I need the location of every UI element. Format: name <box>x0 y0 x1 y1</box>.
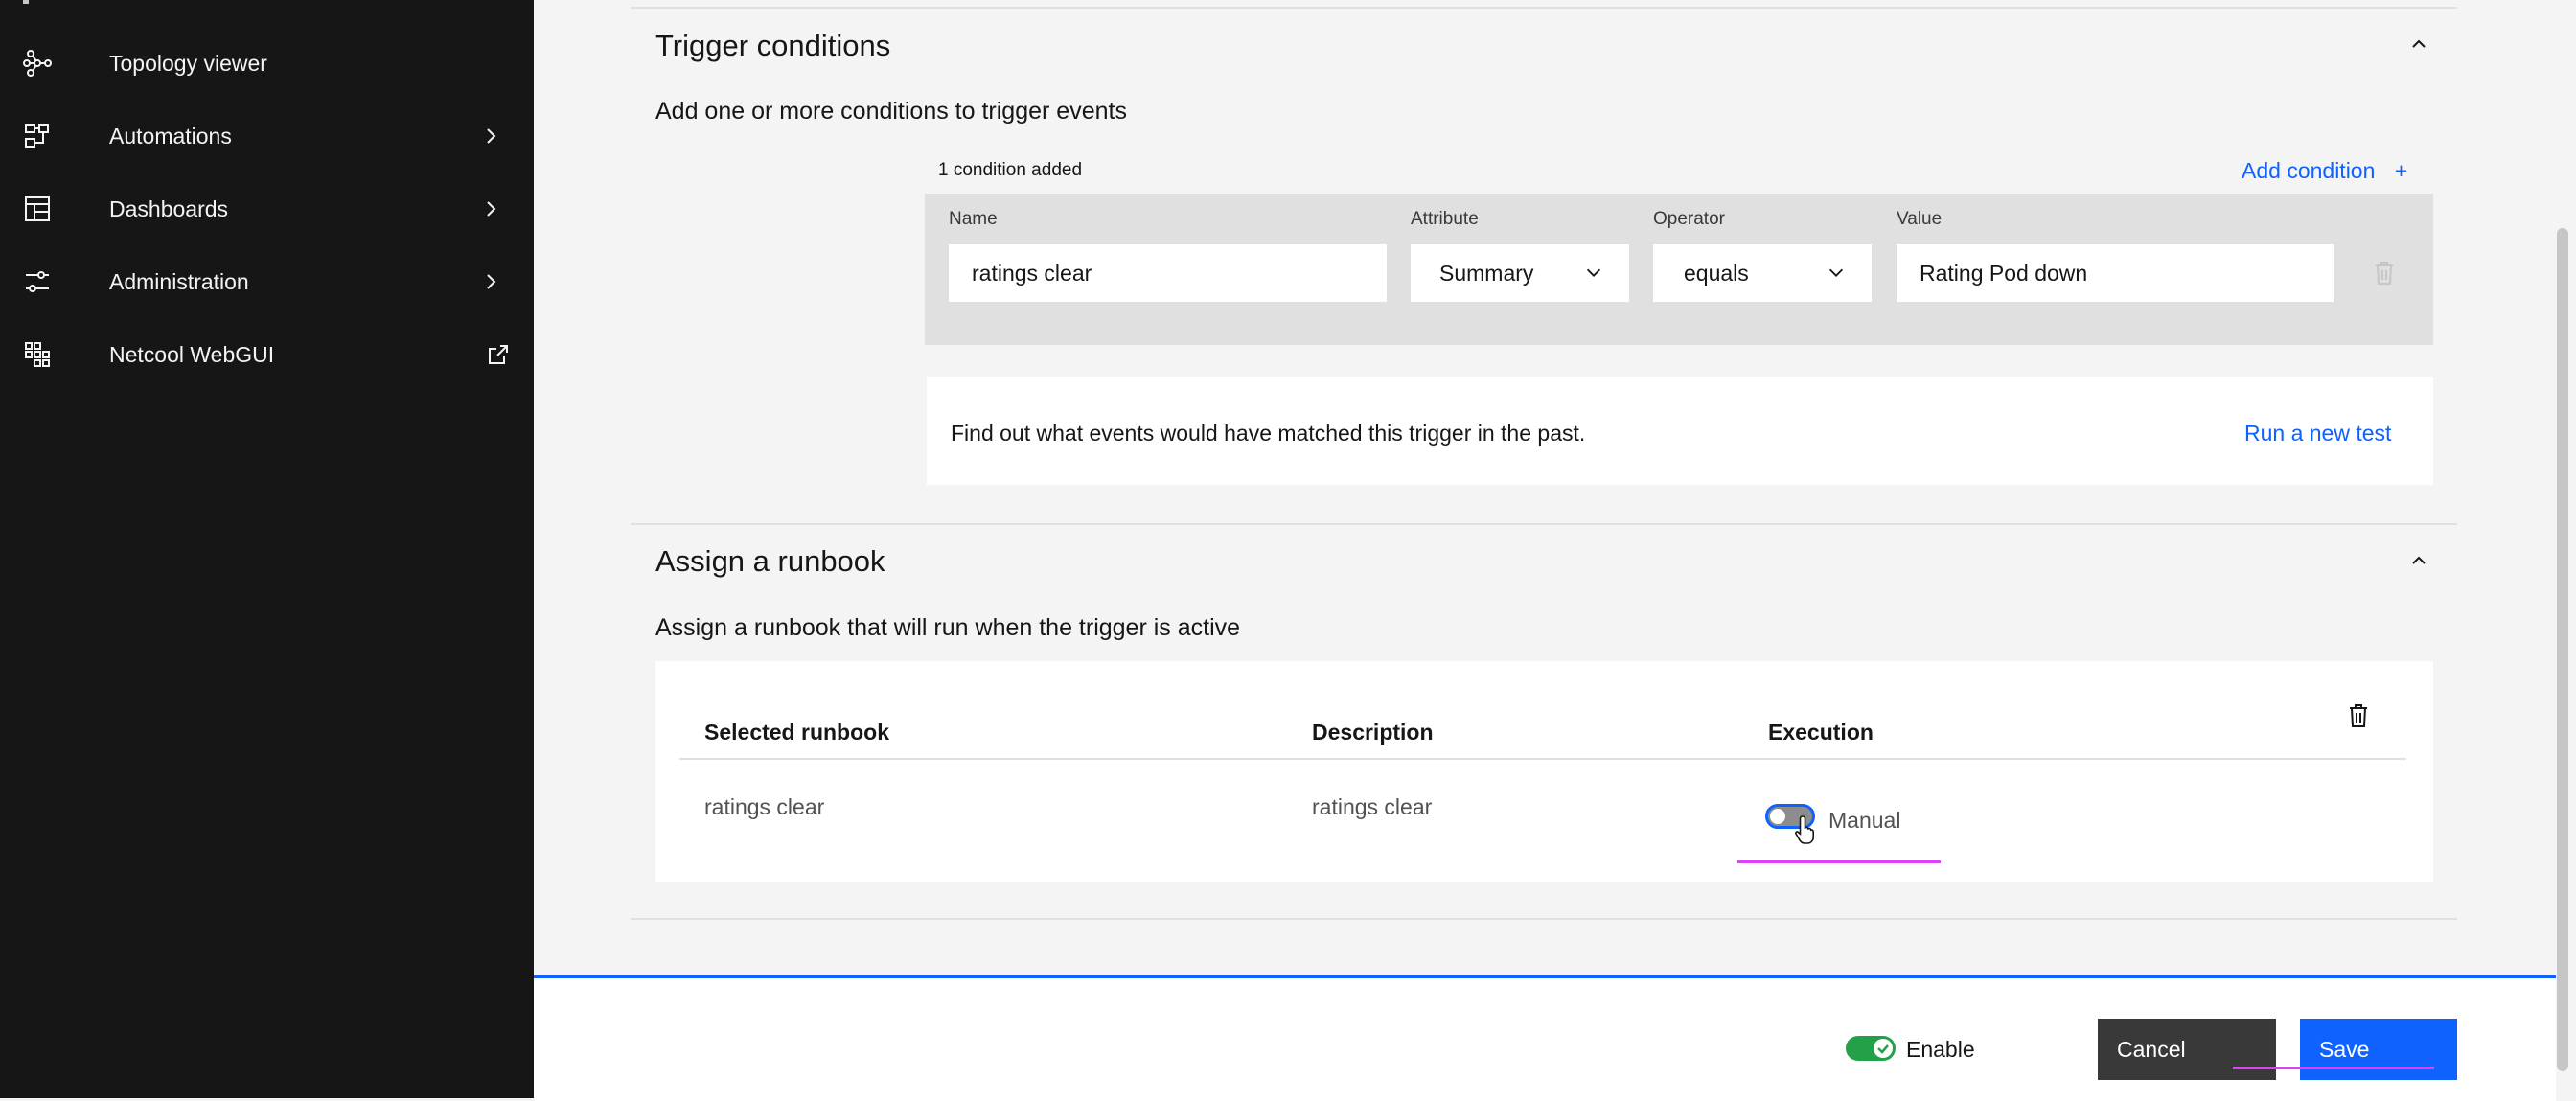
chevron-up-icon[interactable] <box>2407 33 2430 56</box>
chevron-right-icon <box>487 201 496 217</box>
test-description: Find out what events would have matched … <box>951 421 1586 446</box>
sidebar-item-label: Administration <box>109 268 249 294</box>
hand-cursor-icon <box>1795 815 1814 844</box>
add-condition-button[interactable]: Add condition + <box>2242 158 2407 184</box>
save-label: Save <box>2319 1036 2370 1062</box>
enable-toggle[interactable] <box>1846 1036 1896 1061</box>
runbook-name-cell: ratings clear <box>704 794 825 819</box>
enable-label: Enable <box>1906 1037 1975 1062</box>
attribute-select[interactable]: Summary <box>1411 244 1629 302</box>
name-column-label: Name <box>949 209 998 229</box>
condition-name-value: ratings clear <box>972 260 1092 286</box>
trigger-conditions-subtitle: Add one or more conditions to trigger ev… <box>656 98 1127 125</box>
toggle-knob <box>1770 809 1785 824</box>
condition-count: 1 condition added <box>938 160 1083 180</box>
runbook-table: Selected runbook Description Execution r… <box>656 661 2433 882</box>
toggle-knob <box>1874 1039 1893 1058</box>
checkmark-icon <box>1877 1044 1889 1054</box>
delete-runbook-icon[interactable] <box>2347 703 2370 728</box>
trigger-conditions-title: Trigger conditions <box>656 29 891 62</box>
attribute-value: Summary <box>1439 260 1534 286</box>
execution-mode-label: Manual <box>1828 808 1901 833</box>
dashboards-icon <box>19 191 56 227</box>
add-icon: + <box>2394 158 2408 183</box>
operator-select[interactable]: equals <box>1653 244 1872 302</box>
runbook-description-cell: ratings clear <box>1312 794 1433 819</box>
execution-header: Execution <box>1768 720 1874 745</box>
divider <box>631 523 2457 525</box>
operator-value: equals <box>1684 260 1749 286</box>
delete-condition-icon[interactable] <box>2373 261 2396 286</box>
footer-bar: Enable Cancel Save <box>534 975 2556 1101</box>
sidebar: Topology viewer Automations Dashboards A… <box>0 0 534 1098</box>
sidebar-item-label: Netcool WebGUI <box>109 341 275 367</box>
sidebar-item-netcool-webgui[interactable]: Netcool WebGUI <box>0 318 534 391</box>
external-link-icon <box>489 345 508 364</box>
cancel-label: Cancel <box>2117 1036 2186 1062</box>
annotation-underline <box>2233 1067 2434 1069</box>
run-new-test-link[interactable]: Run a new test <box>2244 421 2391 447</box>
divider <box>631 7 2457 9</box>
description-header: Description <box>1312 720 1434 745</box>
chevron-right-icon <box>487 128 496 144</box>
table-divider <box>679 758 2406 760</box>
operator-column-label: Operator <box>1653 209 1725 229</box>
automations-icon <box>19 118 56 154</box>
topology-icon <box>19 45 56 81</box>
attribute-column-label: Attribute <box>1411 209 1479 229</box>
sidebar-cut-icon <box>23 0 29 4</box>
sidebar-item-label: Dashboards <box>109 195 229 221</box>
annotation-underline <box>1737 860 1941 863</box>
sidebar-item-dashboards[interactable]: Dashboards <box>0 172 534 245</box>
selected-runbook-header: Selected runbook <box>704 720 889 745</box>
chevron-down-icon <box>1828 268 1844 277</box>
sidebar-item-label: Topology viewer <box>109 50 267 76</box>
test-trigger-panel: Find out what events would have matched … <box>927 377 2433 485</box>
save-button[interactable]: Save <box>2300 1019 2457 1080</box>
chevron-right-icon <box>487 274 496 289</box>
add-condition-label: Add condition <box>2242 158 2376 183</box>
divider <box>631 918 2457 920</box>
chevron-down-icon <box>1586 268 1601 277</box>
assign-runbook-title: Assign a runbook <box>656 544 886 578</box>
value-column-label: Value <box>1897 209 1943 229</box>
sidebar-item-automations[interactable]: Automations <box>0 100 534 172</box>
condition-name-input[interactable]: ratings clear <box>949 244 1387 302</box>
administration-icon <box>19 264 56 300</box>
scrollbar[interactable] <box>2557 228 2568 1071</box>
condition-value-text: Rating Pod down <box>1920 260 2088 286</box>
chevron-up-icon[interactable] <box>2407 549 2430 572</box>
condition-value-input[interactable]: Rating Pod down <box>1897 244 2334 302</box>
assign-runbook-subtitle: Assign a runbook that will run when the … <box>656 614 1241 641</box>
sidebar-item-topology-viewer[interactable]: Topology viewer <box>0 27 534 100</box>
sidebar-item-label: Automations <box>109 123 232 149</box>
sidebar-item-administration[interactable]: Administration <box>0 245 534 318</box>
netcool-icon <box>19 336 56 373</box>
cancel-button[interactable]: Cancel <box>2098 1019 2276 1080</box>
